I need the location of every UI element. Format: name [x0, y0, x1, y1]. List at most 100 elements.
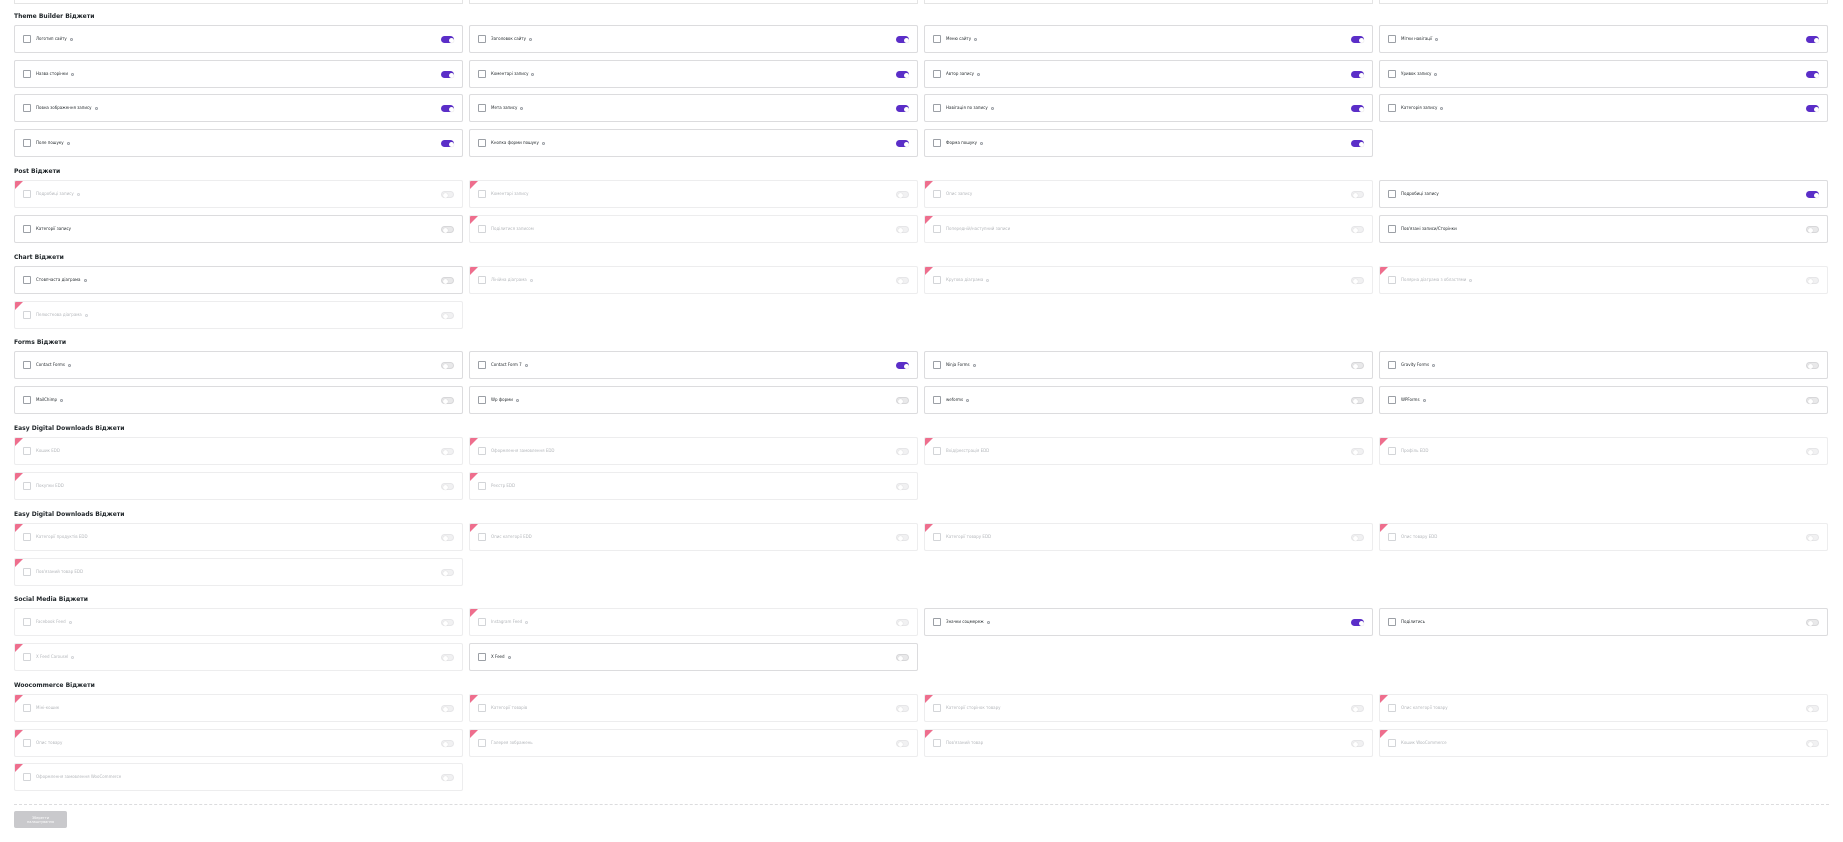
pro-badge [15, 438, 23, 446]
help-icon[interactable] [507, 655, 511, 659]
widget-toggle[interactable] [896, 483, 909, 490]
card-edge [924, 0, 1373, 4]
help-icon[interactable] [1434, 72, 1438, 76]
widget-toggle[interactable] [896, 534, 909, 541]
widget-toggle[interactable] [1351, 226, 1364, 233]
widget-toggle[interactable] [1351, 36, 1364, 43]
help-icon[interactable] [1469, 278, 1473, 282]
help-icon[interactable] [1435, 37, 1439, 41]
widget-toggle[interactable] [896, 277, 909, 284]
widget-toggle[interactable] [441, 140, 454, 147]
help-icon[interactable] [541, 141, 545, 145]
widget-toggle[interactable] [441, 534, 454, 541]
widget-toggle[interactable] [1351, 140, 1364, 147]
help-icon[interactable] [83, 278, 87, 282]
pro-badge [470, 473, 478, 481]
widget-toggle[interactable] [896, 448, 909, 455]
widget-toggle[interactable] [441, 619, 454, 626]
widget-toggle[interactable] [441, 226, 454, 233]
help-icon[interactable] [68, 363, 71, 367]
widget-toggle[interactable] [896, 71, 909, 78]
help-icon[interactable] [529, 37, 533, 41]
widget-toggle[interactable] [1351, 534, 1364, 541]
widget-toggle[interactable] [896, 705, 909, 712]
help-icon[interactable] [69, 37, 73, 41]
widget-toggle[interactable] [896, 740, 909, 747]
help-icon[interactable] [525, 620, 529, 624]
widget-toggle[interactable] [1806, 448, 1819, 455]
widget-toggle[interactable] [441, 191, 454, 198]
widget-toggle[interactable] [441, 705, 454, 712]
save-settings-button[interactable]: Зберегти налаштування [14, 811, 67, 828]
widget-toggle[interactable] [1806, 534, 1819, 541]
widget-toggle[interactable] [441, 774, 454, 781]
help-icon[interactable] [524, 363, 528, 367]
widget-toggle[interactable] [896, 226, 909, 233]
widget-toggle[interactable] [441, 277, 454, 284]
help-icon[interactable] [68, 620, 72, 624]
help-icon[interactable] [515, 398, 519, 402]
widget-toggle[interactable] [1351, 105, 1364, 112]
help-icon[interactable] [94, 106, 98, 110]
help-icon[interactable] [990, 106, 994, 110]
widget-toggle[interactable] [1351, 191, 1364, 198]
help-icon[interactable] [84, 313, 88, 317]
widget-toggle[interactable] [1806, 740, 1819, 747]
help-icon[interactable] [977, 72, 981, 76]
widget-toggle[interactable] [896, 397, 909, 404]
widget-toggle[interactable] [1806, 277, 1819, 284]
help-icon[interactable] [531, 72, 535, 76]
widget-toggle[interactable] [1806, 226, 1819, 233]
widget-toggle[interactable] [896, 105, 909, 112]
widget-toggle[interactable] [1351, 71, 1364, 78]
widget-toggle[interactable] [1806, 619, 1819, 626]
widget-toggle[interactable] [896, 36, 909, 43]
help-icon[interactable] [974, 37, 978, 41]
widget-toggle[interactable] [1806, 191, 1819, 198]
widget-toggle[interactable] [896, 654, 909, 661]
help-icon[interactable] [972, 363, 976, 367]
help-icon[interactable] [986, 278, 990, 282]
widget-toggle[interactable] [441, 312, 454, 319]
help-icon[interactable] [70, 72, 74, 76]
help-icon[interactable] [1422, 398, 1426, 402]
widget-toggle[interactable] [1351, 362, 1364, 369]
widget-toggle[interactable] [1806, 105, 1819, 112]
widget-toggle[interactable] [441, 654, 454, 661]
widget-toggle[interactable] [441, 36, 454, 43]
widget-toggle[interactable] [896, 140, 909, 147]
help-icon[interactable] [966, 398, 970, 402]
widget-toggle[interactable] [441, 740, 454, 747]
help-icon[interactable] [60, 398, 63, 402]
widget-toggle[interactable] [441, 448, 454, 455]
help-icon[interactable] [76, 192, 80, 196]
widget-toggle[interactable] [1351, 448, 1364, 455]
widget-toggle[interactable] [1351, 705, 1364, 712]
widget-toggle[interactable] [1351, 619, 1364, 626]
widget-toggle[interactable] [1806, 36, 1819, 43]
help-icon[interactable] [520, 106, 524, 110]
widget-toggle[interactable] [896, 362, 909, 369]
widget-toggle[interactable] [1351, 740, 1364, 747]
widget-toggle[interactable] [441, 71, 454, 78]
widget-toggle[interactable] [896, 191, 909, 198]
widget-toggle[interactable] [441, 362, 454, 369]
widget-toggle[interactable] [1806, 705, 1819, 712]
help-icon[interactable] [986, 620, 990, 624]
help-icon[interactable] [1432, 363, 1436, 367]
help-icon[interactable] [980, 141, 984, 145]
widget-toggle[interactable] [441, 569, 454, 576]
widget-toggle[interactable] [1806, 397, 1819, 404]
help-icon[interactable] [529, 278, 533, 282]
widget-toggle[interactable] [441, 105, 454, 112]
widget-toggle[interactable] [896, 619, 909, 626]
widget-toggle[interactable] [1351, 277, 1364, 284]
widget-toggle[interactable] [1806, 362, 1819, 369]
help-icon[interactable] [71, 655, 75, 659]
help-icon[interactable] [1440, 106, 1444, 110]
widget-toggle[interactable] [441, 483, 454, 490]
widget-toggle[interactable] [1351, 397, 1364, 404]
widget-toggle[interactable] [1806, 71, 1819, 78]
widget-toggle[interactable] [441, 397, 454, 404]
help-icon[interactable] [66, 141, 70, 145]
